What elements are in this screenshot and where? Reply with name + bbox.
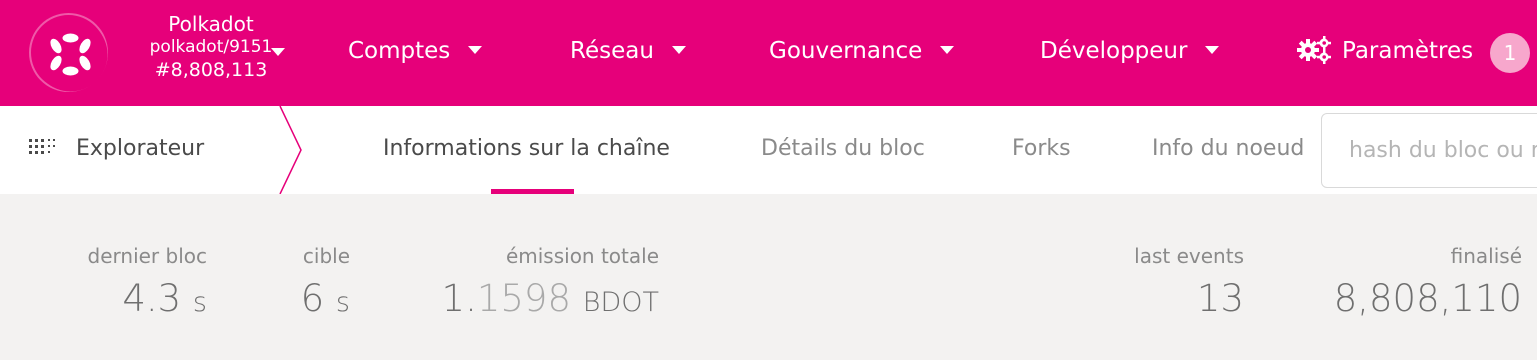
- nav-developer[interactable]: Développeur: [1040, 38, 1220, 64]
- stat-finalized-value: 8,808,110: [1333, 277, 1522, 320]
- nav-network-label: Réseau: [570, 38, 654, 64]
- top-navbar: Polkadot polkadot/9151 #8,808,113 Compte…: [0, 0, 1537, 106]
- nav-accounts-label: Comptes: [348, 38, 451, 64]
- chain-name: Polkadot: [168, 12, 254, 36]
- tab-block-details[interactable]: Détails du bloc: [761, 136, 925, 161]
- breadcrumb-separator-icon: [279, 106, 302, 194]
- apps-grid-icon: [29, 139, 55, 154]
- stat-finalized-label: finalisé: [1450, 244, 1522, 268]
- chevron-down-icon[interactable]: [271, 48, 285, 56]
- chevron-down-icon: [1205, 46, 1220, 54]
- stat-last-events-value: 13: [1196, 277, 1244, 320]
- section-explorer-label: Explorateur: [76, 136, 205, 161]
- stat-total-issuance-integer: 1.: [441, 277, 477, 320]
- tab-forks[interactable]: Forks: [1012, 136, 1071, 161]
- active-tab-indicator: [491, 189, 574, 194]
- stat-total-issuance-label: émission totale: [505, 244, 659, 268]
- stat-last-events-label: last events: [1134, 244, 1244, 268]
- stat-total-issuance-value: 1.1598 BDOT: [442, 280, 659, 317]
- chain-best-block: #8,808,113: [154, 59, 268, 81]
- nav-settings-label: Paramètres: [1342, 38, 1474, 64]
- block-search-input[interactable]: [1321, 113, 1537, 188]
- section-explorer[interactable]: Explorateur: [28, 136, 204, 161]
- stat-target-unit: s: [335, 287, 350, 318]
- chevron-down-icon: [671, 46, 686, 54]
- tab-node-info[interactable]: Info du noeud: [1152, 136, 1304, 161]
- nav-governance-label: Gouvernance: [769, 38, 923, 64]
- stat-last-block: dernier bloc 4.3 s: [88, 246, 207, 317]
- sub-navbar: Explorateur Informations sur la chaîne D…: [0, 106, 1537, 194]
- stat-total-issuance-unit: BDOT: [582, 287, 659, 318]
- stat-last-block-number: 4.3: [122, 277, 182, 320]
- nav-developer-label: Développeur: [1040, 38, 1188, 64]
- chain-selector[interactable]: Polkadot polkadot/9151 #8,808,113: [110, 14, 312, 80]
- stat-last-block-value: 4.3 s: [88, 280, 207, 317]
- stat-target-value: 6 s: [301, 280, 350, 317]
- nav-network[interactable]: Réseau: [570, 38, 686, 64]
- chevron-down-icon: [940, 46, 955, 54]
- gears-icon: [1297, 35, 1331, 64]
- nav-accounts[interactable]: Comptes: [348, 38, 483, 64]
- stat-target-label: cible: [302, 244, 350, 268]
- stat-last-events: last events 13: [1134, 246, 1244, 317]
- stat-last-block-label: dernier bloc: [87, 244, 207, 268]
- nav-settings[interactable]: Paramètres: [1296, 35, 1474, 64]
- stat-total-issuance: émission totale 1.1598 BDOT: [442, 246, 659, 317]
- chevron-down-icon: [468, 46, 483, 54]
- tab-chain-info[interactable]: Informations sur la chaîne: [383, 136, 670, 161]
- stat-total-issuance-decimals: 1598: [476, 277, 572, 320]
- stat-last-block-unit: s: [192, 287, 207, 318]
- stat-finalized: finalisé 8,808,110: [1334, 246, 1522, 317]
- notification-badge[interactable]: 1: [1490, 33, 1530, 73]
- polkadot-logo-icon[interactable]: [29, 13, 108, 92]
- nav-governance[interactable]: Gouvernance: [769, 38, 955, 64]
- stat-target: cible 6 s: [301, 246, 350, 317]
- stat-target-number: 6: [300, 277, 325, 320]
